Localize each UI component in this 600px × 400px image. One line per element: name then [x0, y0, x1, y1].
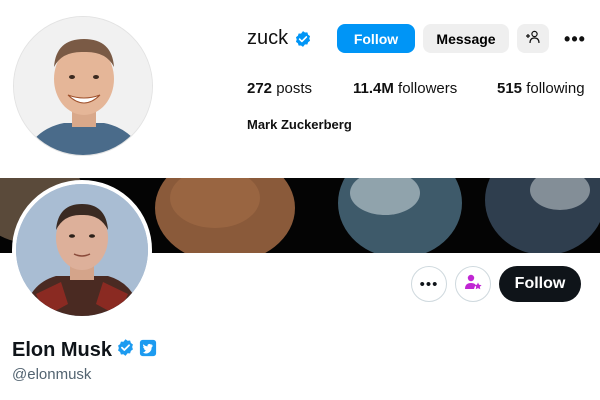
x-handle: @elonmusk — [12, 366, 92, 383]
x-follow-button[interactable]: Follow — [499, 266, 581, 302]
subscribe-star-icon — [463, 272, 483, 297]
twitter-bird-icon — [139, 339, 157, 363]
ig-following-stat[interactable]: 515 following — [497, 80, 585, 97]
ig-posts-stat[interactable]: 272 posts — [247, 80, 312, 97]
x-subscribe-button[interactable] — [455, 266, 491, 302]
more-horizontal-icon: ••• — [564, 28, 586, 49]
ig-full-name: Mark Zuckerberg — [247, 117, 352, 132]
ig-following-label: following — [526, 80, 585, 97]
ig-follow-button[interactable]: Follow — [337, 24, 415, 53]
ig-followers-count: 11.4M — [353, 80, 394, 97]
ig-more-options-button[interactable]: ••• — [560, 26, 590, 52]
ig-username-row: zuck — [247, 27, 312, 50]
x-profile-avatar[interactable] — [12, 180, 152, 320]
x-name-row: Elon Musk — [12, 338, 157, 363]
more-horizontal-icon: ••• — [419, 275, 439, 293]
ig-add-user-button[interactable] — [517, 24, 549, 53]
ig-followers-stat[interactable]: 11.4M followers — [353, 80, 457, 97]
ig-following-count: 515 — [497, 80, 523, 97]
verified-badge-icon — [116, 338, 135, 363]
verified-badge-icon — [294, 30, 312, 48]
ig-followers-label: followers — [398, 80, 458, 97]
ig-username: zuck — [247, 27, 289, 49]
x-display-name: Elon Musk — [12, 339, 113, 361]
ig-posts-label: posts — [276, 80, 313, 97]
ig-profile-avatar[interactable] — [13, 16, 153, 156]
x-more-options-button[interactable]: ••• — [411, 266, 447, 302]
add-user-icon — [525, 30, 541, 47]
ig-posts-count: 272 — [247, 80, 273, 97]
ig-message-button[interactable]: Message — [423, 24, 509, 53]
